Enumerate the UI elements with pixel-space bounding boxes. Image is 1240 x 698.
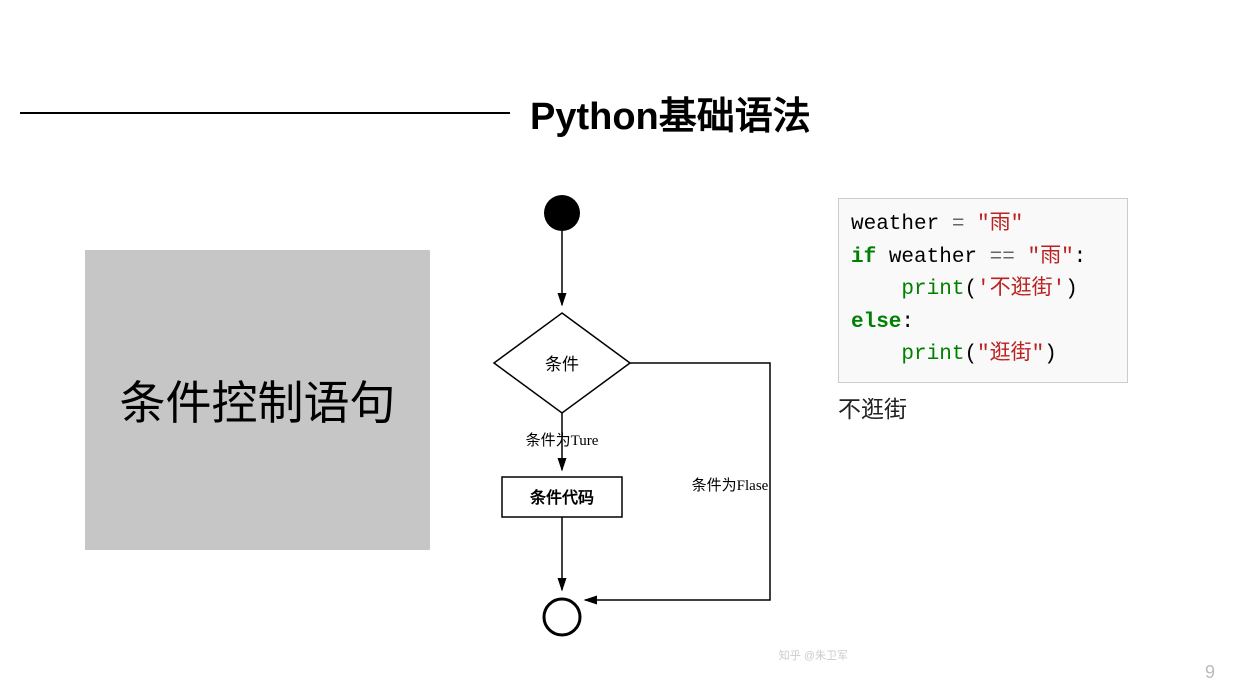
watermark-text: 知乎 @朱卫军 bbox=[779, 647, 848, 663]
header-rule bbox=[20, 112, 510, 114]
start-node bbox=[544, 195, 580, 231]
slide-header: Python基础语法 bbox=[20, 85, 1220, 140]
code-line-2: if weather == "雨": bbox=[851, 242, 1115, 275]
flowchart-diagram: 条件 条件为Ture 条件代码 条件为Flase bbox=[450, 185, 820, 655]
subtitle-text: 条件控制语句 bbox=[120, 367, 396, 433]
code-line-5: print("逛街") bbox=[851, 339, 1115, 372]
code-line-3: print('不逛街') bbox=[851, 274, 1115, 307]
end-node bbox=[544, 599, 580, 635]
true-label: 条件为Ture bbox=[526, 432, 599, 449]
code-output: 不逛街 bbox=[838, 390, 907, 424]
code-line-4: else: bbox=[851, 307, 1115, 340]
code-line-1: weather = "雨" bbox=[851, 209, 1115, 242]
slide-title: Python基础语法 bbox=[530, 85, 811, 140]
false-label: 条件为Flase bbox=[692, 477, 769, 494]
page-number: 9 bbox=[1205, 662, 1215, 683]
code-block-label: 条件代码 bbox=[529, 488, 594, 507]
code-example: weather = "雨" if weather == "雨": print('… bbox=[838, 198, 1128, 383]
subtitle-panel: 条件控制语句 bbox=[85, 250, 430, 550]
condition-label: 条件 bbox=[545, 355, 579, 374]
